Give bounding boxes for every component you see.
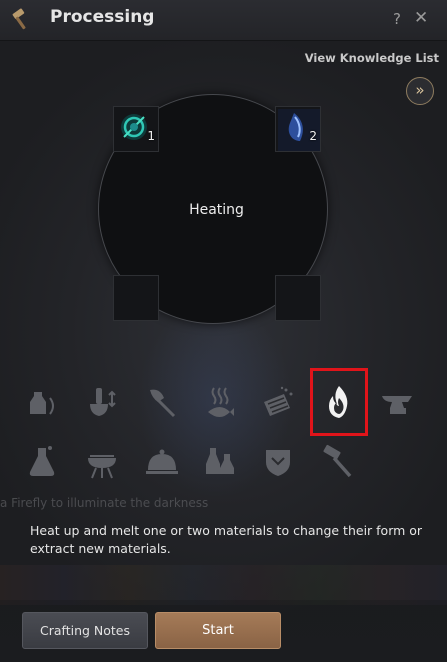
hammer-icon — [12, 8, 26, 30]
close-button[interactable]: ✕ — [414, 8, 428, 28]
alchemy-method-icon[interactable] — [18, 438, 66, 486]
material-slot-3[interactable] — [113, 275, 159, 321]
slot-count: 2 — [309, 129, 317, 143]
filtering-method-icon[interactable] — [254, 378, 302, 426]
help-button[interactable]: ? — [393, 10, 401, 28]
crafting-notes-button[interactable]: Crafting Notes — [22, 612, 148, 649]
smithing-method-icon[interactable] — [374, 378, 422, 426]
heating-method-icon[interactable] — [315, 378, 363, 426]
chopping-method-icon[interactable] — [138, 378, 186, 426]
shaking-method-icon[interactable] — [18, 378, 66, 426]
material-slot-4[interactable] — [275, 275, 321, 321]
grinding-method-icon[interactable] — [78, 378, 126, 426]
guild-production-icon[interactable] — [254, 438, 302, 486]
method-description: Heat up and melt one or two materials to… — [30, 523, 423, 556]
manufacture-method-icon[interactable] — [314, 438, 362, 486]
imperial-cooking-delivery-icon[interactable] — [138, 438, 186, 486]
drying-method-icon[interactable] — [196, 378, 244, 426]
start-button[interactable]: Start — [155, 612, 281, 649]
current-process-method: Heating — [189, 202, 244, 218]
double-chevron-right-icon[interactable]: » — [406, 77, 434, 105]
title-bar: Processing ? ✕ — [0, 0, 447, 41]
imperial-alchemy-delivery-icon[interactable] — [196, 438, 244, 486]
material-slot-1[interactable]: 1 — [113, 106, 159, 152]
window-title: Processing — [50, 7, 155, 27]
background-quest-text: a Firefly to illuminate the darkness — [0, 496, 209, 510]
background-item-strip — [0, 565, 447, 605]
cooking-method-icon[interactable] — [78, 438, 126, 486]
slot-count: 1 — [147, 129, 155, 143]
view-knowledge-list-link[interactable]: View Knowledge List — [305, 51, 439, 65]
material-slot-2[interactable]: 2 — [275, 106, 321, 152]
